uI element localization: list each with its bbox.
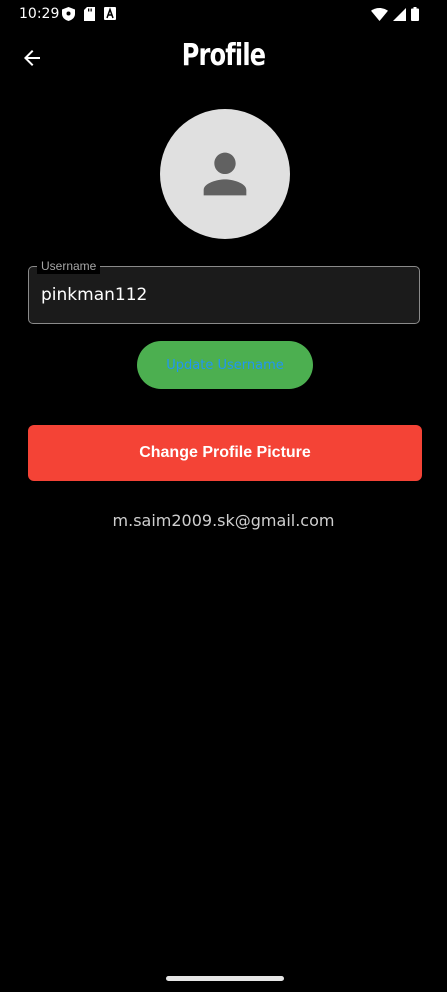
update-username-button[interactable]: Update Username bbox=[137, 341, 313, 389]
arrow-back-icon bbox=[24, 50, 40, 66]
battery-icon bbox=[411, 7, 419, 21]
wifi-icon bbox=[371, 7, 388, 21]
avatar[interactable] bbox=[160, 109, 290, 239]
status-icons-left bbox=[62, 7, 116, 21]
email-text: m.saim2009.sk@gmail.com bbox=[112, 511, 335, 530]
person-icon bbox=[203, 152, 247, 196]
home-indicator[interactable] bbox=[166, 976, 284, 981]
username-input[interactable] bbox=[41, 285, 401, 305]
font-icon bbox=[104, 7, 116, 20]
status-time: 10:29 bbox=[19, 6, 60, 22]
back-button[interactable] bbox=[20, 46, 44, 70]
page-title: Profile bbox=[181, 38, 266, 73]
sd-card-icon bbox=[84, 7, 95, 21]
username-field[interactable]: Username bbox=[28, 258, 420, 324]
username-label: Username bbox=[37, 258, 101, 274]
status-bar: 10:29 bbox=[0, 0, 447, 30]
status-icons-right bbox=[371, 7, 419, 21]
shield-icon bbox=[62, 7, 75, 21]
change-profile-picture-button[interactable]: Change Profile Picture bbox=[28, 425, 422, 481]
signal-icon bbox=[393, 7, 406, 21]
